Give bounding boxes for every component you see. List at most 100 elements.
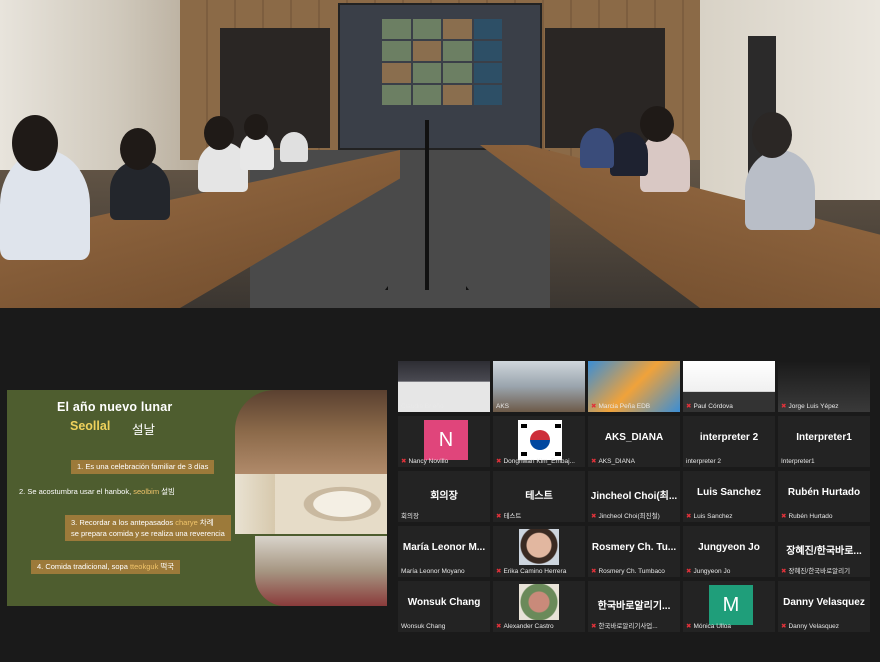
muted-mic-icon: ✖ [591,568,597,575]
participant-tile[interactable]: ✖ Donghwan Kim_Embaj... [493,416,585,467]
shared-slide: El año nuevo lunar Seollal 설날 1. Es una … [7,390,387,606]
participant-tile[interactable]: ✖ Paul Córdova [683,361,775,412]
slide-bullet-text: 4. Comida tradicional, sopa [37,562,130,571]
participant-tile[interactable]: N ✖ Nancy Novillo [398,416,490,467]
participant-tile[interactable]: M ✖ Mónica Ulloa [683,581,775,632]
attendee [280,132,308,162]
participant-name-label: ✖ Jungyeon Jo [686,567,773,575]
participant-tile[interactable]: Wonsuk Chang Wonsuk Chang [398,581,490,632]
slide-bullet-text: 2. Se acostumbra usar el hanbok, [19,487,134,496]
slide-bullet-korean: 차례 [197,518,214,527]
participant-name-label: ✖ 장혜진/한국바로알리기 [781,565,868,575]
participant-display-name: Wonsuk Chang [407,597,481,608]
participant-name-label: ✖ Paul Córdova [686,402,773,410]
participant-display-name: 장혜진/한국바로... [786,546,862,557]
participant-video [519,584,559,620]
participant-name-label: Interpreter1 [781,458,868,465]
participant-name-label: ✖ Jorge Luis Yépez [781,402,868,410]
attendee-head [244,114,268,140]
slide-photo-family [235,390,387,474]
participant-gallery: Claudia Brieño AKS ✖ Marcia Peña EDB ✖ Paul C… [398,361,874,635]
participant-tile[interactable]: Interpreter1 Interpreter1 [778,416,870,467]
participant-name: 장혜진/한국바로알리기 [788,568,851,575]
attendee [745,150,815,230]
attendee-head [640,106,674,142]
participant-name: Paul Córdova [693,403,733,410]
korea-flag-icon [518,420,562,460]
participant-tile[interactable]: Luis Sanchez ✖ Luis Sanchez [683,471,775,522]
participant-display-name: 한국바로알리기... [597,601,671,612]
participant-name: Donghwan Kim_Embaj... [503,458,575,465]
participant-tile[interactable]: Rubén Hurtado ✖ Rubén Hurtado [778,471,870,522]
participant-tile[interactable]: AKS [493,361,585,412]
projected-video-grid [382,19,502,105]
participant-name: 테스트 [503,513,522,520]
slide-bullet-keyword: charye [175,518,198,527]
participant-name-label: ✖ AKS_DIANA [591,457,678,465]
participant-name: Claudia Brieño [401,403,444,410]
slide-bullet-text: 3. Recordar a los antepasados [71,518,176,527]
participant-tile[interactable]: Danny Velasquez ✖ Danny Velasquez [778,581,870,632]
muted-mic-icon: ✖ [591,623,597,630]
muted-mic-icon: ✖ [781,568,787,575]
participant-tile[interactable]: 회의장 회의장 [398,471,490,522]
slide-bullet-keyword: tteokguk [129,562,159,571]
participant-display-name: 회의장 [430,491,458,502]
slide-photo-ceremony [255,536,387,606]
participant-name: Interpreter1 [781,458,815,465]
participant-name: 한국바로알리기사업... [598,623,658,630]
participant-name-label: 회의장 [401,510,488,520]
muted-mic-icon: ✖ [591,403,597,410]
participant-name: Wonsuk Chang [401,623,446,630]
participant-name-label: ✖ Jincheol Choi(최진철) [591,510,678,520]
participant-tile[interactable]: 테스트 ✖ 테스트 [493,471,585,522]
muted-mic-icon: ✖ [591,458,597,465]
attendee [580,128,614,168]
participant-tile[interactable]: interpreter 2 interpreter 2 [683,416,775,467]
slide-bullet-1: 1. Es una celebración familiar de 3 días [71,460,215,474]
participant-tile[interactable]: ✖ Alexander Castro [493,581,585,632]
participant-tile[interactable]: 장혜진/한국바로... ✖ 장혜진/한국바로알리기 [778,526,870,577]
participant-display-name: Luis Sanchez [697,487,761,498]
participant-name: Jorge Luis Yépez [788,403,839,410]
participant-display-name: María Leonor M... [402,542,486,553]
slide-photo-soup [275,474,387,534]
participant-tile[interactable]: Jungyeon Jo ✖ Jungyeon Jo [683,526,775,577]
participant-tile[interactable]: María Leonor M... María Leonor Moyano [398,526,490,577]
participant-display-name: AKS_DIANA [604,432,664,443]
participant-tile[interactable]: Rosmery Ch. Tu... ✖ Rosmery Ch. Tumbaco [588,526,680,577]
participant-display-name: Rosmery Ch. Tu... [591,542,677,553]
room-door-left [220,28,330,148]
participant-name-label: ✖ Marcia Peña EDB [591,402,678,410]
participant-name: interpreter 2 [686,458,722,465]
participant-tile[interactable]: AKS_DIANA ✖ AKS_DIANA [588,416,680,467]
participant-name: AKS_DIANA [598,458,635,465]
attendee-head [204,116,234,150]
attendee [610,132,648,176]
participant-name: 회의장 [401,513,419,520]
muted-mic-icon: ✖ [686,403,692,410]
participant-name: Rubén Hurtado [788,513,833,520]
slide-photo-collage [235,390,387,606]
muted-mic-icon: ✖ [781,513,787,520]
attendee-head [752,112,792,158]
attendee-head [120,128,156,170]
participant-name-label: ✖ Rosmery Ch. Tumbaco [591,567,678,575]
slide-bullet-4: 4. Comida tradicional, sopa tteokguk 떡국 [31,560,181,574]
participant-display-name: Jungyeon Jo [698,542,760,553]
participant-tile[interactable]: 한국바로알리기... ✖ 한국바로알리기사업... [588,581,680,632]
slide-bullet-3: 3. Recordar a los antepasados charye 차례 … [65,515,231,541]
participant-tile[interactable]: ✖ Erika Camino Herrera [493,526,585,577]
participant-tile[interactable]: ✖ Marcia Peña EDB [588,361,680,412]
participant-name: Mónica Ulloa [693,623,732,630]
slide-photo-spoons [235,474,275,534]
participant-display-name: Danny Velasquez [783,597,865,608]
participant-name: Nancy Novillo [408,458,449,465]
participant-tile[interactable]: Claudia Brieño [398,361,490,412]
slide-bullet-2: 2. Se acostumbra usar el hanbok, seolbim… [19,487,175,497]
participant-tile[interactable]: ✖ Jorge Luis Yépez [778,361,870,412]
participant-name: Alexander Castro [503,623,554,630]
participant-tile[interactable]: Jincheol Choi(최... ✖ Jincheol Choi(최진철) [588,471,680,522]
participant-avatar: M [709,585,753,625]
participant-name-label: ✖ Luis Sanchez [686,512,773,520]
